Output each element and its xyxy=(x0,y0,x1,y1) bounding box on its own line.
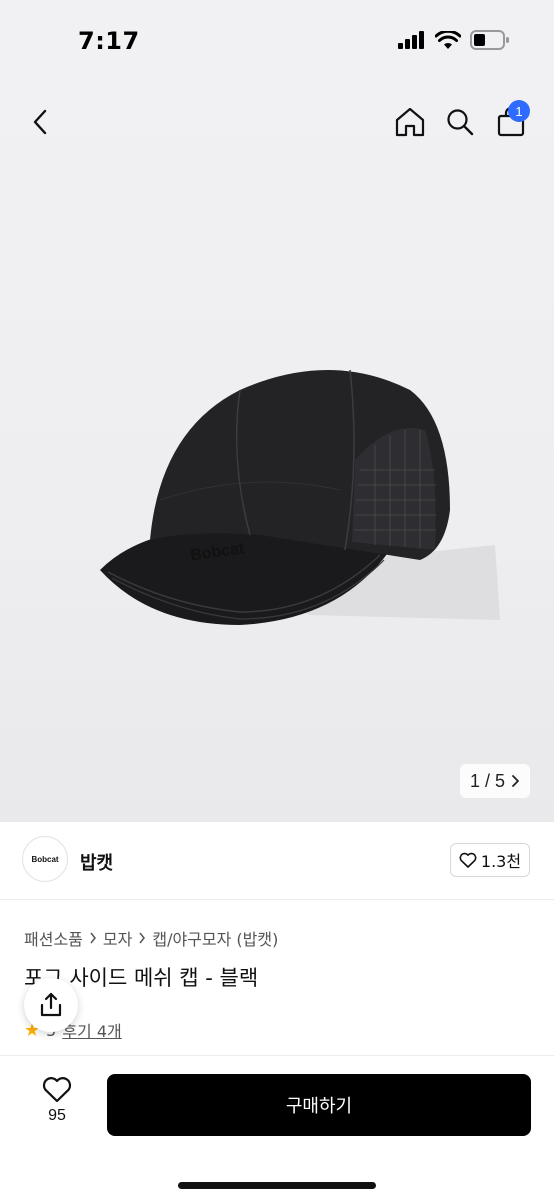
share-icon xyxy=(40,992,62,1017)
wishlist-button[interactable]: 95 xyxy=(30,1076,84,1125)
bottom-bar: 95 구매하기 xyxy=(0,1055,554,1200)
product-image[interactable]: Bobcat xyxy=(90,350,510,640)
search-icon xyxy=(447,109,474,136)
image-counter-label: 1 / 5 xyxy=(469,770,506,791)
buy-button[interactable]: 구매하기 xyxy=(107,1074,531,1136)
home-icon xyxy=(395,107,425,137)
breadcrumb: 패션소품 모자 캡/야구모자 (밥캣) xyxy=(24,926,278,950)
chevron-right-icon xyxy=(139,932,146,944)
product-gallery[interactable]: 1 Bobcat 1 / 5 xyxy=(0,80,554,822)
brand-row: Bobcat 밥캣 1.3천 xyxy=(0,822,554,900)
chevron-right-icon xyxy=(90,932,96,944)
heart-icon xyxy=(459,852,477,868)
wishlist-count: 95 xyxy=(48,1107,66,1124)
battery-icon xyxy=(470,30,509,50)
breadcrumb-item[interactable]: 패션소품 xyxy=(24,926,83,950)
brand-like-button[interactable]: 1.3천 xyxy=(450,843,530,877)
brand-logo[interactable]: Bobcat xyxy=(22,836,68,882)
wifi-icon xyxy=(435,30,461,49)
status-bar: 7:17 xyxy=(0,0,554,80)
breadcrumb-item[interactable]: 모자 xyxy=(103,926,132,950)
back-button[interactable] xyxy=(26,102,54,142)
heart-icon xyxy=(42,1077,72,1103)
search-button[interactable] xyxy=(443,102,477,142)
home-indicator xyxy=(178,1182,376,1189)
home-button[interactable] xyxy=(393,102,427,142)
top-nav: 1 xyxy=(0,80,554,162)
status-icons xyxy=(398,30,510,50)
brand-name[interactable]: 밥캣 xyxy=(80,849,113,875)
breadcrumb-item[interactable]: 캡/야구모자 (밥캣) xyxy=(152,926,278,950)
chevron-left-icon xyxy=(33,109,47,135)
brand-like-count: 1.3천 xyxy=(480,852,522,871)
cart-badge: 1 xyxy=(508,100,530,122)
brand-logo-text: Bobcat xyxy=(31,854,59,864)
image-counter[interactable]: 1 / 5 xyxy=(460,764,530,798)
chevron-right-icon xyxy=(512,775,519,787)
signal-icon xyxy=(398,31,424,49)
share-button[interactable] xyxy=(24,978,78,1032)
status-time: 7:17 xyxy=(78,27,140,55)
